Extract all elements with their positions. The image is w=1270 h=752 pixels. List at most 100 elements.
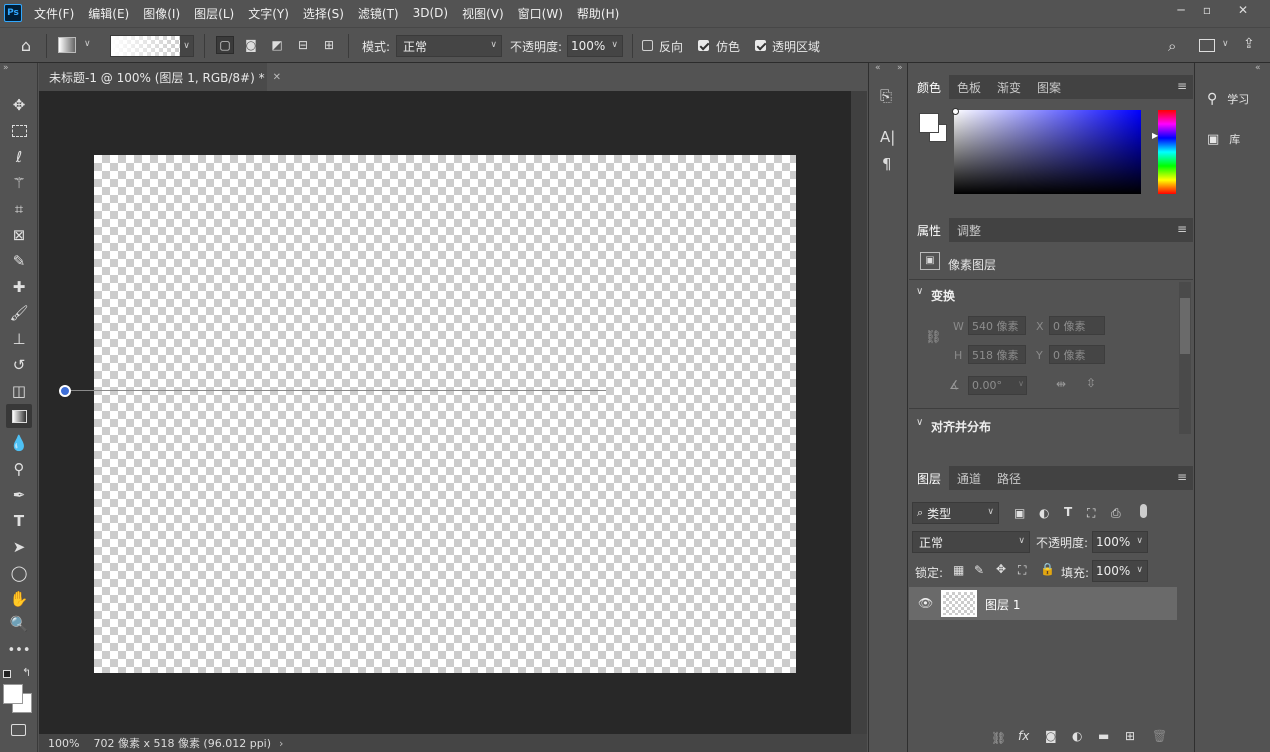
fill-input[interactable]: 100% ∨	[1092, 560, 1148, 582]
quick-mask-icon[interactable]	[11, 724, 26, 736]
tab-adjustments[interactable]: 调整	[949, 218, 989, 242]
menu-layer[interactable]: 图层(L)	[194, 5, 234, 22]
link-icon[interactable]: ⛓	[925, 330, 942, 345]
menu-3d[interactable]: 3D(D)	[413, 6, 448, 20]
blend-mode-select[interactable]: 正常 ∨	[912, 531, 1030, 553]
zoom-level[interactable]: 100%	[48, 737, 79, 750]
menu-view[interactable]: 视图(V)	[462, 5, 504, 22]
collapse-icon[interactable]: «	[875, 63, 881, 73]
reverse-checkbox[interactable]	[642, 40, 653, 51]
tab-paths[interactable]: 路径	[989, 466, 1029, 490]
eyedropper-tool-icon[interactable]: ✎	[6, 249, 32, 273]
foreground-color-swatch[interactable]	[3, 684, 23, 704]
menu-select[interactable]: 选择(S)	[303, 5, 344, 22]
color-picker-handle[interactable]	[952, 108, 959, 115]
align-section-title[interactable]: 对齐并分布	[931, 418, 991, 435]
frame-tool-icon[interactable]: ⊠	[6, 223, 32, 247]
lock-pixels-icon[interactable]: ✎	[974, 563, 984, 577]
filter-type-icon[interactable]: T	[1064, 505, 1072, 519]
stamp-tool-icon[interactable]: ⊥	[6, 327, 32, 351]
linear-gradient-icon[interactable]: ▢	[216, 36, 234, 54]
document-canvas[interactable]	[94, 155, 796, 673]
opacity-input[interactable]: 100% ∨	[567, 35, 623, 57]
hand-tool-icon[interactable]: ✋	[6, 587, 32, 611]
menu-type[interactable]: 文字(Y)	[248, 5, 289, 22]
fx-icon[interactable]: fx	[1018, 729, 1029, 743]
lock-position-icon[interactable]: ✥	[996, 562, 1006, 576]
layer-row[interactable]: 👁 图层 1	[909, 587, 1177, 620]
radial-gradient-icon[interactable]: ◙	[242, 36, 260, 54]
transform-section-title[interactable]: 变换	[931, 287, 955, 304]
chevron-down-icon[interactable]: ∨	[916, 417, 923, 428]
lock-all-icon[interactable]: 🔒	[1040, 562, 1055, 576]
tab-channels[interactable]: 通道	[949, 466, 989, 490]
tab-layers[interactable]: 图层	[909, 466, 950, 490]
workspace-icon[interactable]	[1199, 39, 1215, 52]
tab-gradients[interactable]: 渐变	[989, 75, 1029, 99]
canvas-workspace[interactable]	[39, 91, 851, 734]
tab-color[interactable]: 颜色	[909, 75, 950, 99]
collapse-icon[interactable]: »	[3, 63, 9, 73]
expand-icon[interactable]: «	[1255, 63, 1261, 73]
close-icon[interactable]: ✕	[1226, 0, 1260, 20]
lock-transparent-icon[interactable]: ▦	[953, 563, 964, 577]
y-field[interactable]: 0 像素	[1049, 345, 1105, 364]
width-field[interactable]: 540 像素	[968, 316, 1026, 335]
document-tab[interactable]: 未标题-1 @ 100% (图层 1, RGB/8#) * ✕	[39, 63, 281, 91]
default-colors-icon[interactable]	[3, 670, 11, 678]
filter-adjustment-icon[interactable]: ◐	[1039, 506, 1049, 520]
color-field[interactable]	[954, 110, 1141, 194]
panel-menu-icon[interactable]: ≡	[1177, 222, 1187, 236]
marquee-tool-icon[interactable]	[6, 119, 32, 143]
swap-colors-icon[interactable]: ↰	[22, 666, 31, 679]
hue-slider[interactable]	[1158, 110, 1176, 194]
adjustment-layer-icon[interactable]: ◐	[1072, 729, 1082, 743]
layer-name[interactable]: 图层 1	[985, 596, 1020, 613]
menu-window[interactable]: 窗口(W)	[518, 5, 563, 22]
more-tools-icon[interactable]: •••	[6, 638, 32, 662]
maximize-icon[interactable]: ▫	[1190, 0, 1224, 20]
lasso-tool-icon[interactable]: ℓ	[6, 145, 32, 169]
tab-swatches[interactable]: 色板	[949, 75, 989, 99]
transparency-checkbox[interactable]	[755, 40, 766, 51]
history-brush-tool-icon[interactable]: ↺	[6, 353, 32, 377]
visibility-eye-icon[interactable]: 👁	[918, 596, 933, 610]
menu-filter[interactable]: 滤镜(T)	[358, 5, 399, 22]
healing-brush-tool-icon[interactable]: ✚	[6, 275, 32, 299]
tab-properties[interactable]: 属性	[909, 218, 950, 242]
character-panel-icon[interactable]: A|	[880, 128, 895, 146]
chevron-down-icon[interactable]: ∨	[916, 286, 923, 297]
filter-smart-object-icon[interactable]: ⎙	[1111, 506, 1121, 521]
magic-wand-tool-icon[interactable]: ⚚	[6, 171, 32, 195]
menu-edit[interactable]: 编辑(E)	[88, 5, 129, 22]
libraries-panel-button[interactable]: ▣ 库	[1195, 125, 1270, 153]
flip-horizontal-icon[interactable]: ⇹	[1056, 377, 1066, 391]
chevron-right-icon[interactable]: ›	[279, 737, 283, 750]
layer-opacity-input[interactable]: 100% ∨	[1092, 531, 1148, 553]
eraser-tool-icon[interactable]: ◫	[6, 379, 32, 403]
color-panel-foreground-swatch[interactable]	[919, 113, 939, 133]
new-layer-icon[interactable]: ⊞	[1125, 729, 1135, 743]
panel-menu-icon[interactable]: ≡	[1177, 470, 1187, 484]
hue-slider-handle[interactable]: ▶	[1152, 131, 1158, 140]
vertical-scrollbar[interactable]	[851, 91, 867, 734]
search-icon[interactable]: ⌕	[1168, 37, 1176, 55]
menu-help[interactable]: 帮助(H)	[577, 5, 619, 22]
x-field[interactable]: 0 像素	[1049, 316, 1105, 335]
filter-pixel-icon[interactable]: ▣	[1014, 506, 1025, 520]
menu-image[interactable]: 图像(I)	[143, 5, 180, 22]
reflected-gradient-icon[interactable]: ⊟	[294, 36, 312, 54]
delete-layer-icon[interactable]: 🗑	[1152, 729, 1167, 743]
mode-select[interactable]: 正常 ∨	[396, 35, 502, 57]
gradient-picker[interactable]: ∨	[110, 35, 194, 57]
ellipse-tool-icon[interactable]: ◯	[6, 561, 32, 585]
properties-scrollbar[interactable]	[1179, 282, 1191, 434]
angle-gradient-icon[interactable]: ◩	[268, 36, 286, 54]
tab-patterns[interactable]: 图案	[1029, 75, 1069, 99]
path-selection-tool-icon[interactable]: ➤	[6, 535, 32, 559]
angle-field[interactable]: 0.00° ∨	[968, 376, 1027, 395]
height-field[interactable]: 518 像素	[968, 345, 1026, 364]
filter-toggle[interactable]	[1140, 504, 1147, 518]
zoom-tool-icon[interactable]: 🔍	[6, 612, 32, 636]
learn-panel-button[interactable]: ⚲ 学习	[1195, 85, 1270, 113]
